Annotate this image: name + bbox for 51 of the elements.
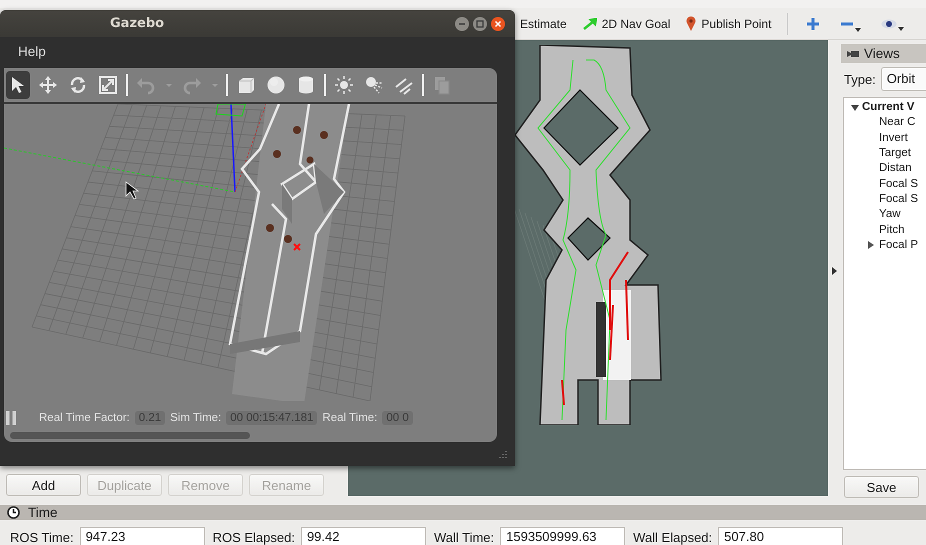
tree-item[interactable]: Current V — [862, 100, 914, 116]
camera-icon — [847, 50, 859, 58]
panel-title: Time — [28, 505, 58, 520]
tree-item[interactable]: Invert — [879, 130, 908, 146]
tree-item[interactable]: Yaw — [879, 207, 901, 222]
panel-title: Views — [864, 46, 900, 61]
close-button[interactable] — [491, 16, 505, 30]
time-field[interactable]: 99.42 — [300, 527, 426, 545]
expand-arrow-icon[interactable] — [868, 241, 874, 250]
time-field[interactable]: 1593509999.63 — [500, 527, 626, 545]
dropdown-caret-icon — [855, 28, 862, 32]
resize-grip-icon[interactable] — [498, 451, 507, 460]
time-field[interactable]: 947.23 — [80, 527, 205, 545]
tree-item[interactable]: Focal S — [879, 192, 918, 207]
tree-item[interactable]: Distan — [879, 161, 912, 176]
tree-item[interactable]: Near C — [879, 115, 916, 130]
toolbar-tool[interactable]: Publish Point — [686, 16, 772, 31]
minimize-button[interactable] — [455, 16, 469, 30]
tree-item[interactable]: Pitch — [879, 222, 905, 238]
scrollbar-thumb[interactable] — [10, 432, 250, 439]
view-type-dropdown[interactable]: Orbit — [880, 67, 926, 91]
time-label: Wall Elapsed: — [633, 530, 712, 544]
type-label: Type: — [844, 72, 876, 86]
pause-icon[interactable] — [6, 410, 16, 425]
save-button[interactable]: Save — [844, 476, 919, 498]
clock-icon — [7, 506, 20, 519]
expand-arrow-icon[interactable] — [832, 267, 837, 275]
tree-item[interactable]: Target — [879, 146, 911, 162]
toolbar-tool[interactable]: Estimate — [520, 16, 567, 30]
arrow-icon — [582, 18, 597, 30]
maximize-icon — [476, 20, 484, 28]
time-label: ROS Elapsed: — [212, 530, 295, 544]
dropdown-caret-icon — [898, 26, 904, 30]
time-field[interactable]: 507.80 — [718, 527, 844, 545]
time-label: ROS Time: — [10, 530, 74, 544]
plus-icon — [806, 16, 820, 30]
collapse-arrow-icon[interactable] — [851, 104, 859, 112]
tree-item[interactable]: Focal P — [879, 238, 918, 253]
status-label: Sim Time: — [170, 412, 222, 424]
tree-item[interactable]: Focal S — [879, 176, 918, 192]
close-icon — [494, 20, 502, 28]
eye-icon — [881, 18, 898, 30]
toolbar-tool[interactable]: 2D Nav Goal — [582, 16, 670, 30]
map-pin-icon — [686, 16, 696, 31]
time-label: Wall Time: — [434, 530, 494, 544]
window-title: Gazebo — [110, 16, 166, 31]
menu-item[interactable]: Help — [18, 44, 46, 59]
select-tool-icon[interactable] — [6, 71, 30, 99]
status-label: Real Time: — [322, 412, 378, 424]
panel-button[interactable]: Add — [6, 474, 81, 496]
status-label: Real Time Factor: — [39, 412, 130, 424]
